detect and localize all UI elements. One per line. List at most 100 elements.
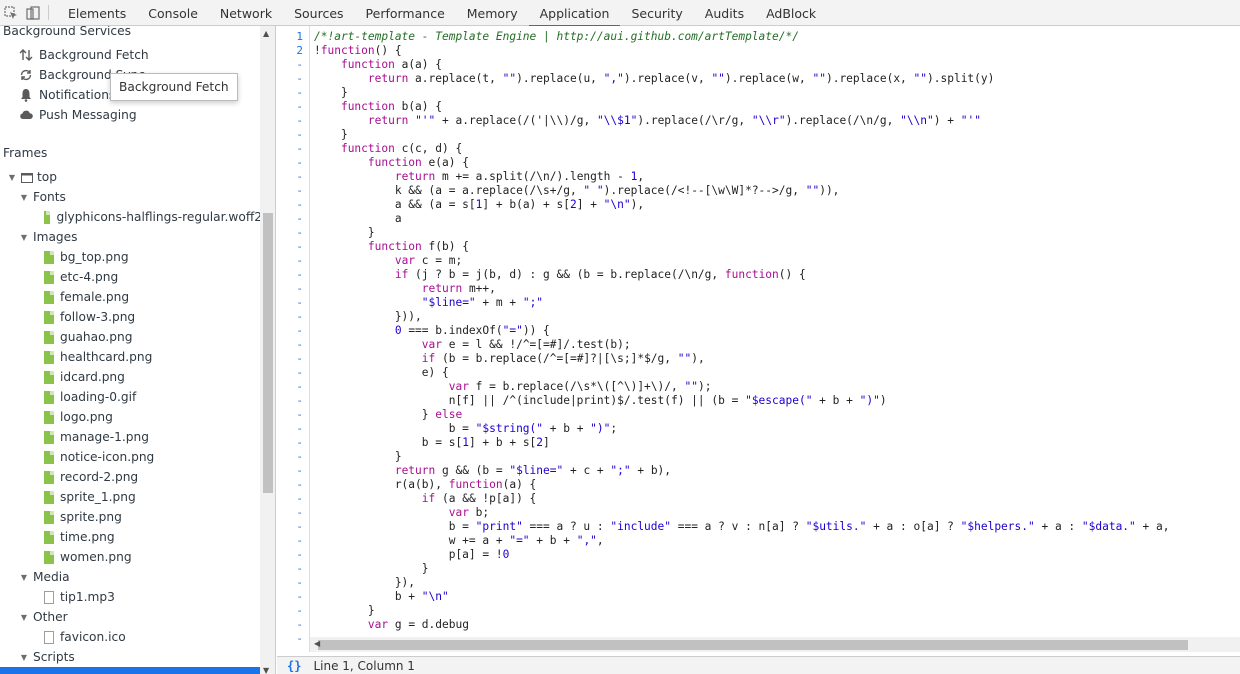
tree-file-item[interactable]: glyphicons-halflings-regular.woff2: [0, 207, 262, 227]
line-number: -: [296, 212, 303, 225]
tree-item-top[interactable]: ▼ top: [0, 167, 262, 187]
scroll-up-arrow-icon[interactable]: ▲: [263, 29, 269, 38]
file-icon: [44, 470, 54, 484]
line-number: -: [296, 338, 303, 351]
tree-file-item[interactable]: favicon.ico: [0, 627, 262, 647]
line-number: -: [296, 268, 303, 281]
tab-sources[interactable]: Sources: [283, 0, 354, 26]
file-icon: [44, 210, 51, 224]
code-line: var c = m;: [394, 254, 463, 267]
code-line: function a(a) {: [340, 58, 442, 71]
tab-application[interactable]: Application: [528, 0, 621, 27]
tree-file-item[interactable]: female.png: [0, 287, 262, 307]
section-title-frames: Frames: [3, 146, 48, 160]
code-line: !function() {: [314, 44, 402, 57]
pretty-print-icon[interactable]: {}: [287, 659, 301, 673]
tab-security[interactable]: Security: [620, 0, 693, 26]
code-line: a && (a = s[1] + b(a) + s[2] + "\n"),: [314, 198, 645, 211]
tree-file-item[interactable]: follow-3.png: [0, 307, 262, 327]
code-line: 0 === b.indexOf("=")) {: [394, 324, 550, 337]
sidebar-item-push-messaging[interactable]: Push Messaging: [0, 105, 262, 125]
file-icon: [44, 350, 54, 364]
code-editor[interactable]: 12--------------------------------------…: [277, 26, 1240, 652]
code-line: w += a + "=" + b + ",",: [314, 534, 604, 547]
sidebar-scroll-thumb[interactable]: [263, 213, 273, 493]
line-number: -: [296, 282, 303, 295]
tree-group-fonts[interactable]: ▼ Fonts: [0, 187, 262, 207]
device-toggle-icon[interactable]: [22, 0, 44, 25]
line-number: 1: [296, 30, 303, 43]
code-line: var e = l && !/^=[=#]/.test(b);: [421, 338, 631, 351]
tab-performance[interactable]: Performance: [355, 0, 456, 26]
inspect-icon[interactable]: [0, 0, 22, 25]
tree-group-media[interactable]: ▼ Media: [0, 567, 262, 587]
expand-triangle-icon[interactable]: ▼: [19, 572, 29, 582]
expand-triangle-icon[interactable]: ▼: [19, 612, 29, 622]
line-number: -: [296, 100, 303, 113]
toolbar-divider: [48, 5, 49, 20]
code-line: return m += a.split(/\n/).length - 1,: [394, 170, 645, 183]
file-icon: [44, 590, 54, 604]
tree-file-item[interactable]: record-2.png: [0, 467, 262, 487]
tree-group-images[interactable]: ▼ Images: [0, 227, 262, 247]
tree-file-item[interactable]: sprite.png: [0, 507, 262, 527]
line-number: -: [296, 534, 303, 547]
scroll-left-arrow-icon[interactable]: ◀: [314, 639, 320, 648]
tree-file-item[interactable]: logo.png: [0, 407, 262, 427]
code-line: var f = b.replace(/\s*\([^\)]+\)/, "");: [448, 380, 712, 393]
code-line: })),: [314, 310, 422, 323]
code-line: }: [314, 450, 402, 463]
tree-item-label: loading-0.gif: [60, 390, 137, 404]
file-icon: [44, 510, 54, 524]
tree-file-item[interactable]: time.png: [0, 527, 262, 547]
tree-item-label: Notifications: [39, 88, 116, 102]
expand-triangle-icon[interactable]: ▼: [7, 172, 17, 182]
tree-file-item[interactable]: women.png: [0, 547, 262, 567]
tree-file-item[interactable]: sprite_1.png: [0, 487, 262, 507]
scroll-down-arrow-icon[interactable]: ▼: [263, 666, 269, 674]
tree-group-scripts[interactable]: ▼ Scripts: [0, 647, 262, 667]
tree-item-label: notice-icon.png: [60, 450, 155, 464]
tree-file-item[interactable]: etc-4.png: [0, 267, 262, 287]
tree-file-item[interactable]: tip1.mp3: [0, 587, 262, 607]
line-number: -: [296, 72, 303, 85]
tab-elements[interactable]: Elements: [57, 0, 137, 26]
tree-item-label: manage-1.png: [60, 430, 149, 444]
tab-memory[interactable]: Memory: [456, 0, 529, 26]
file-icon: [44, 410, 54, 424]
file-icon: [44, 430, 54, 444]
tree-item-label: top: [37, 170, 57, 184]
editor-scroll-thumb[interactable]: [318, 640, 1188, 650]
selected-tree-row[interactable]: [0, 667, 260, 674]
line-number: -: [296, 114, 303, 127]
line-number: -: [296, 142, 303, 155]
frame-icon: [21, 172, 33, 183]
background-fetch-icon: [19, 48, 33, 62]
tree-file-item[interactable]: guahao.png: [0, 327, 262, 347]
tab-audits[interactable]: Audits: [694, 0, 755, 26]
tree-file-item[interactable]: notice-icon.png: [0, 447, 262, 467]
code-line: return "'" + a.replace(/('|\\)/g, "\\$1"…: [367, 114, 981, 127]
code-line: }: [314, 128, 348, 141]
tab-console[interactable]: Console: [137, 0, 209, 26]
line-number: -: [296, 590, 303, 603]
tree-file-item[interactable]: manage-1.png: [0, 427, 262, 447]
expand-triangle-icon[interactable]: ▼: [19, 232, 29, 242]
tree-file-item[interactable]: loading-0.gif: [0, 387, 262, 407]
tab-network[interactable]: Network: [209, 0, 283, 26]
file-icon: [44, 450, 54, 464]
tree-file-item[interactable]: bg_top.png: [0, 247, 262, 267]
tree-file-item[interactable]: healthcard.png: [0, 347, 262, 367]
code-line: if (b = b.replace(/^=[=#]?|[\s;]*$/g, ""…: [421, 352, 705, 365]
expand-triangle-icon[interactable]: ▼: [19, 652, 29, 662]
file-icon: [44, 390, 54, 404]
tree-item-label: etc-4.png: [60, 270, 119, 284]
tree-file-item[interactable]: idcard.png: [0, 367, 262, 387]
expand-triangle-icon[interactable]: ▼: [19, 192, 29, 202]
code-line: return m++,: [421, 282, 496, 295]
line-number: -: [296, 632, 303, 645]
sidebar-item-background-fetch[interactable]: Background Fetch: [0, 45, 262, 65]
tab-adblock[interactable]: AdBlock: [755, 0, 827, 26]
tree-group-other[interactable]: ▼ Other: [0, 607, 262, 627]
line-number: -: [296, 86, 303, 99]
